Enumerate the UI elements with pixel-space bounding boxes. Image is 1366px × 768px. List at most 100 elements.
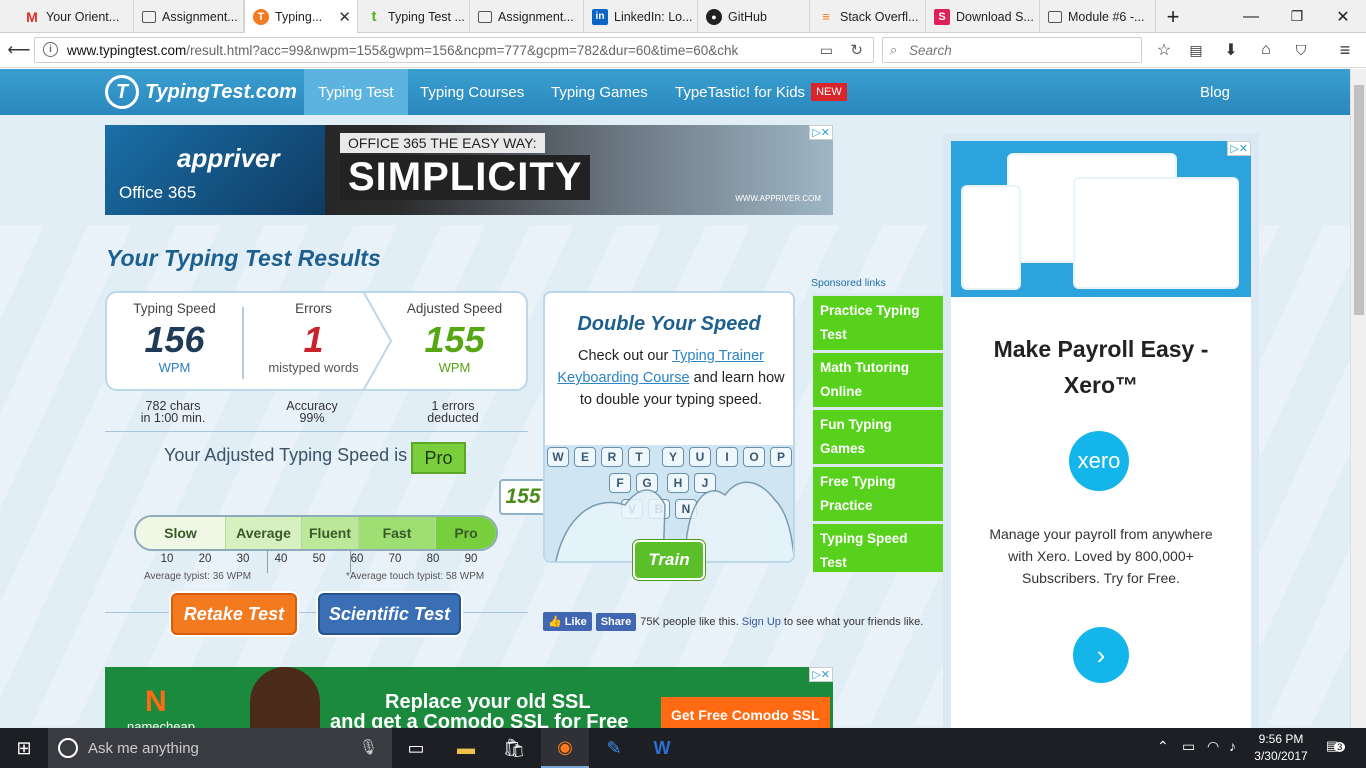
tab-gmail[interactable]: M Your Orient... <box>16 0 134 33</box>
tab-stackoverflow[interactable]: ≡ Stack Overfl... <box>810 0 926 33</box>
like-count: 75K people like this. <box>640 615 739 628</box>
nav-typing-test[interactable]: Typing Test <box>304 69 408 115</box>
maximize-button[interactable]: ❐ <box>1274 0 1320 33</box>
tab-typing-test[interactable]: t Typing Test ... <box>358 0 470 33</box>
window-close-button[interactable]: ✕ <box>1320 0 1366 33</box>
scale-tick: 30 <box>236 553 250 565</box>
chevron-up-icon[interactable]: ⌃ <box>1157 738 1169 755</box>
file-explorer-icon[interactable]: ▬ <box>442 728 490 768</box>
tab-title: Assignment... <box>162 9 238 24</box>
microphone-icon[interactable]: 🎙 <box>359 738 378 756</box>
appriver-logo: appriver <box>177 143 280 173</box>
speed-scale: Slow Average Fluent Fast Pro <box>134 515 498 551</box>
double-speed-title: Double Your Speed <box>577 313 761 335</box>
notepad-icon[interactable]: ✎ <box>590 728 638 768</box>
search-input[interactable]: ⌕ Search <box>882 37 1142 63</box>
facebook-like-button[interactable]: 👍 Like <box>543 612 592 631</box>
chars-duration: in 1:00 min. <box>140 411 206 425</box>
book-icon <box>1048 10 1062 23</box>
page-scrollbar[interactable] <box>1350 69 1366 728</box>
chevron-right-icon[interactable]: › <box>1073 627 1129 683</box>
desktop-image <box>1073 177 1239 289</box>
pocket-icon[interactable]: ⛉ <box>1288 38 1314 62</box>
wifi-icon[interactable]: ◠ <box>1207 738 1219 755</box>
tab-linkedin[interactable]: in LinkedIn: Lo... <box>584 0 698 33</box>
accuracy-value: 99% <box>299 411 325 425</box>
bottom-banner-ad[interactable]: N namecheap Replace your old SSL and get… <box>105 667 833 728</box>
adchoices-icon[interactable]: ▷✕ <box>809 667 833 682</box>
reader-view-icon[interactable]: ▭ <box>820 42 833 59</box>
menu-icon[interactable]: ≡ <box>1332 38 1358 62</box>
average-typist-label: Average typist: 36 WPM <box>144 571 252 582</box>
url-bar[interactable]: i www.typingtest.com/result.html?acc=99&… <box>34 37 874 63</box>
office365-logo: Office 365 <box>119 183 197 202</box>
nav-label: Typing Courses <box>420 83 525 101</box>
github-icon: ● <box>706 8 722 25</box>
scientific-test-button[interactable]: Scientific Test <box>318 593 461 635</box>
home-icon[interactable]: ⌂ <box>1253 38 1279 62</box>
keyboarding-course-link[interactable]: Keyboarding Course <box>557 370 689 386</box>
get-ssl-button[interactable]: Get Free Comodo SSL <box>661 697 830 728</box>
sponsored-link[interactable]: Math Tutoring Online <box>813 350 943 407</box>
tab-assignment[interactable]: Assignment... <box>134 0 244 33</box>
namecheap-logo-icon: N <box>145 685 167 718</box>
minimize-button[interactable]: — <box>1228 0 1274 33</box>
sponsored-link[interactable]: Practice Typing Test <box>813 293 943 350</box>
nav-label: Typing Games <box>551 83 648 101</box>
volume-icon[interactable]: ♪ <box>1229 738 1236 754</box>
windows-start-icon[interactable]: ⊞ <box>0 728 48 768</box>
word-icon[interactable]: W <box>638 728 686 768</box>
site-logo[interactable]: T TypingTest.com <box>105 75 297 109</box>
xero-ad[interactable]: ▷✕ Make Payroll Easy - Xero™ xero Manage… <box>951 141 1251 728</box>
ad-line2: and get a Comodo SSL for Free <box>330 711 629 728</box>
notifications-icon[interactable]: ▤3 <box>1326 738 1346 754</box>
adchoices-icon[interactable]: ▷✕ <box>809 125 833 140</box>
bookmark-star-icon[interactable]: ☆ <box>1151 38 1177 62</box>
battery-icon[interactable]: ▭ <box>1182 738 1195 755</box>
retake-test-button[interactable]: Retake Test <box>171 593 297 635</box>
tab-assignment-2[interactable]: Assignment... <box>470 0 584 33</box>
signup-link[interactable]: Sign Up <box>742 616 781 628</box>
site-header: T TypingTest.com Typing Test Typing Cour… <box>0 69 1350 115</box>
sponsored-link[interactable]: Free Typing Practice <box>813 464 943 521</box>
back-arrow-icon[interactable]: ⟵ <box>6 38 32 62</box>
sponsored-link[interactable]: Typing Speed Test <box>813 521 943 572</box>
train-button[interactable]: Train <box>633 540 705 580</box>
tab-title: LinkedIn: Lo... <box>614 9 693 24</box>
info-icon[interactable]: i <box>43 42 58 57</box>
nav-typing-games[interactable]: Typing Games <box>537 69 662 115</box>
reading-list-icon[interactable]: ▤ <box>1183 38 1209 62</box>
facebook-share-button[interactable]: Share <box>595 612 637 631</box>
reload-icon[interactable]: ↻ <box>850 41 863 59</box>
nav-blog[interactable]: Blog <box>1186 69 1244 115</box>
t-icon: t <box>371 8 377 25</box>
new-tab-button[interactable]: + <box>1150 0 1196 33</box>
tab-title: Typing... <box>275 10 323 24</box>
scale-tick: 80 <box>426 553 440 565</box>
adchoices-icon[interactable]: ▷✕ <box>1227 141 1251 156</box>
browser-nav-bar: ⟵ i www.typingtest.com/result.html?acc=9… <box>0 33 1366 68</box>
close-icon[interactable]: ✕ <box>338 8 351 26</box>
nav-typing-courses[interactable]: Typing Courses <box>406 69 538 115</box>
tab-module[interactable]: Module #6 -... <box>1040 0 1156 33</box>
firefox-icon[interactable]: ◉ <box>541 728 589 768</box>
speed-bubble: 155 <box>499 479 547 515</box>
sponsored-link[interactable]: Fun Typing Games <box>813 407 943 464</box>
task-view-icon[interactable]: ▭ <box>392 728 440 768</box>
download-icon[interactable]: ⬇ <box>1218 38 1244 62</box>
scale-average: Average <box>226 517 302 549</box>
typing-trainer-link[interactable]: Typing Trainer <box>672 348 764 364</box>
scroll-thumb[interactable] <box>1354 85 1364 315</box>
clock[interactable]: 9:56 PM 3/30/2017 <box>1246 731 1316 765</box>
divider <box>105 431 528 432</box>
thumbs-up-icon: 👍 <box>548 616 562 628</box>
cortana-search[interactable]: Ask me anything 🎙 <box>48 728 392 768</box>
store-icon[interactable]: 🛍 <box>490 728 538 768</box>
nav-typetastic[interactable]: TypeTastic! for Kids NEW <box>661 69 861 115</box>
facebook-suffix: to see what your friends like. <box>783 615 924 628</box>
tab-github[interactable]: ● GitHub <box>698 0 810 33</box>
tab-typingtest[interactable]: T Typing... ✕ <box>244 0 358 34</box>
tab-download[interactable]: S Download S... <box>926 0 1040 33</box>
adjusted-level-text: Your Adjusted Typing Speed is <box>164 445 408 465</box>
top-banner-ad[interactable]: appriver Office 365 OFFICE 365 THE EASY … <box>105 125 833 215</box>
